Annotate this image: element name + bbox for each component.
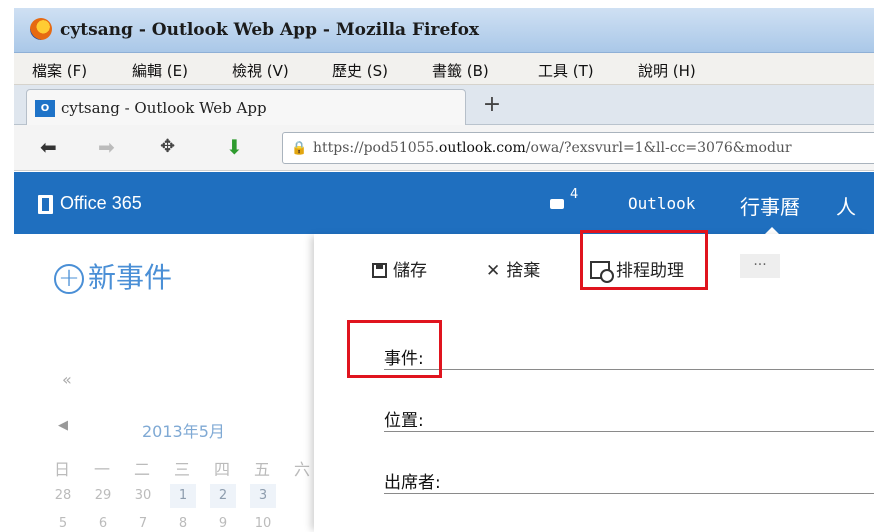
menu-history[interactable]: 歷史 (S) (332, 60, 388, 81)
discard-label: 捨棄 (506, 261, 541, 281)
url-text: https://pod51055.outlook.com/owa/?exsvur… (313, 140, 792, 156)
nav-outlook[interactable]: Outlook (628, 194, 695, 213)
new-event-label: 新事件 (88, 261, 173, 294)
move-cross-icon[interactable]: ✥ (160, 135, 175, 159)
new-event-button[interactable]: + 新事件 (54, 256, 172, 296)
menu-view[interactable]: 檢視 (V) (232, 60, 289, 81)
menu-help[interactable]: 說明 (H) (638, 60, 696, 81)
calendar-day[interactable]: 2 (210, 484, 236, 508)
weekday-label: 四 (214, 460, 231, 479)
calendar-day[interactable]: 10 (250, 516, 276, 531)
navigation-bar: ⬅ ➡ ✥ ⬇ 🔒 https://pod51055.outlook.com/o… (14, 125, 874, 171)
calendar-sidebar: + 新事件 « ◀ 2013年5月 日 一 二 三 四 五 六 28 29 30 … (14, 234, 314, 532)
nav-people[interactable]: 人 (836, 191, 856, 220)
subject-field[interactable]: 事件: (384, 340, 874, 370)
weekday-label: 日 (54, 460, 71, 479)
menu-file[interactable]: 檔案 (F) (32, 60, 87, 81)
more-options-button[interactable]: ··· (740, 254, 780, 278)
calendar-day[interactable]: 9 (210, 516, 236, 531)
calendar-day[interactable]: 1 (170, 484, 196, 508)
close-icon: ✕ (486, 261, 501, 281)
url-bar[interactable]: 🔒 https://pod51055.outlook.com/owa/?exsv… (282, 132, 874, 164)
location-label: 位置: (384, 411, 424, 431)
save-icon (372, 263, 387, 278)
office365-brand[interactable]: Office 365 (60, 193, 142, 214)
save-button[interactable]: 儲存 (372, 256, 427, 281)
calendar-day[interactable]: 28 (50, 488, 76, 503)
calendar-day[interactable]: 6 (90, 516, 116, 531)
menu-tools[interactable]: 工具 (T) (538, 60, 594, 81)
weekday-label: 六 (294, 460, 311, 479)
lock-icon: 🔒 (291, 141, 308, 156)
save-label: 儲存 (393, 261, 427, 281)
tab-outlook[interactable]: O cytsang - Outlook Web App (26, 89, 466, 126)
calendar-day[interactable]: 5 (50, 516, 76, 531)
calendar-day[interactable]: 29 (90, 488, 116, 503)
outlook-favicon-icon: O (35, 100, 55, 117)
tab-title: cytsang - Outlook Web App (61, 99, 267, 117)
calendar-day[interactable]: 7 (130, 516, 156, 531)
notification-count: 4 (570, 187, 579, 202)
new-tab-button[interactable]: + (472, 89, 512, 121)
weekday-label: 三 (174, 460, 191, 479)
attendees-field[interactable]: 出席者: (384, 464, 874, 494)
collapse-chevron-icon[interactable]: « (62, 370, 72, 389)
office-logo-icon (38, 195, 53, 214)
forward-arrow-icon[interactable]: ➡ (98, 135, 115, 159)
nav-calendar[interactable]: 行事曆 (740, 191, 800, 235)
location-field[interactable]: 位置: (384, 402, 874, 432)
plus-circle-icon: + (54, 264, 84, 294)
back-arrow-icon[interactable]: ⬅ (40, 135, 57, 159)
month-label[interactable]: 2013年5月 (142, 418, 225, 442)
weekday-label: 五 (254, 460, 271, 479)
calendar-day[interactable]: 8 (170, 516, 196, 531)
window-titlebar: cytsang - Outlook Web App - Mozilla Fire… (14, 8, 874, 53)
calendar-day[interactable]: 3 (250, 484, 276, 508)
tab-strip: O cytsang - Outlook Web App + (14, 85, 874, 126)
notification-bag-icon[interactable] (550, 199, 564, 209)
subject-highlight (347, 320, 442, 378)
menu-edit[interactable]: 編輯 (E) (132, 60, 188, 81)
scheduling-assistant-highlight (580, 230, 708, 290)
previous-month-arrow-icon[interactable]: ◀ (58, 418, 68, 433)
weekday-label: 一 (94, 460, 111, 479)
window-title: cytsang - Outlook Web App - Mozilla Fire… (60, 20, 480, 40)
download-arrow-icon[interactable]: ⬇ (226, 135, 243, 159)
office365-header: Office 365 4 Outlook 行事曆 人 (14, 172, 874, 235)
menu-bar: 檔案 (F) 編輯 (E) 檢視 (V) 歷史 (S) 書籤 (B) 工具 (T… (14, 53, 874, 85)
attendees-label: 出席者: (384, 473, 441, 493)
discard-button[interactable]: ✕ 捨棄 (486, 256, 540, 281)
weekday-label: 二 (134, 460, 151, 479)
menu-bookmarks[interactable]: 書籤 (B) (432, 60, 489, 81)
firefox-logo-icon (30, 18, 52, 40)
calendar-day[interactable]: 30 (130, 488, 156, 503)
